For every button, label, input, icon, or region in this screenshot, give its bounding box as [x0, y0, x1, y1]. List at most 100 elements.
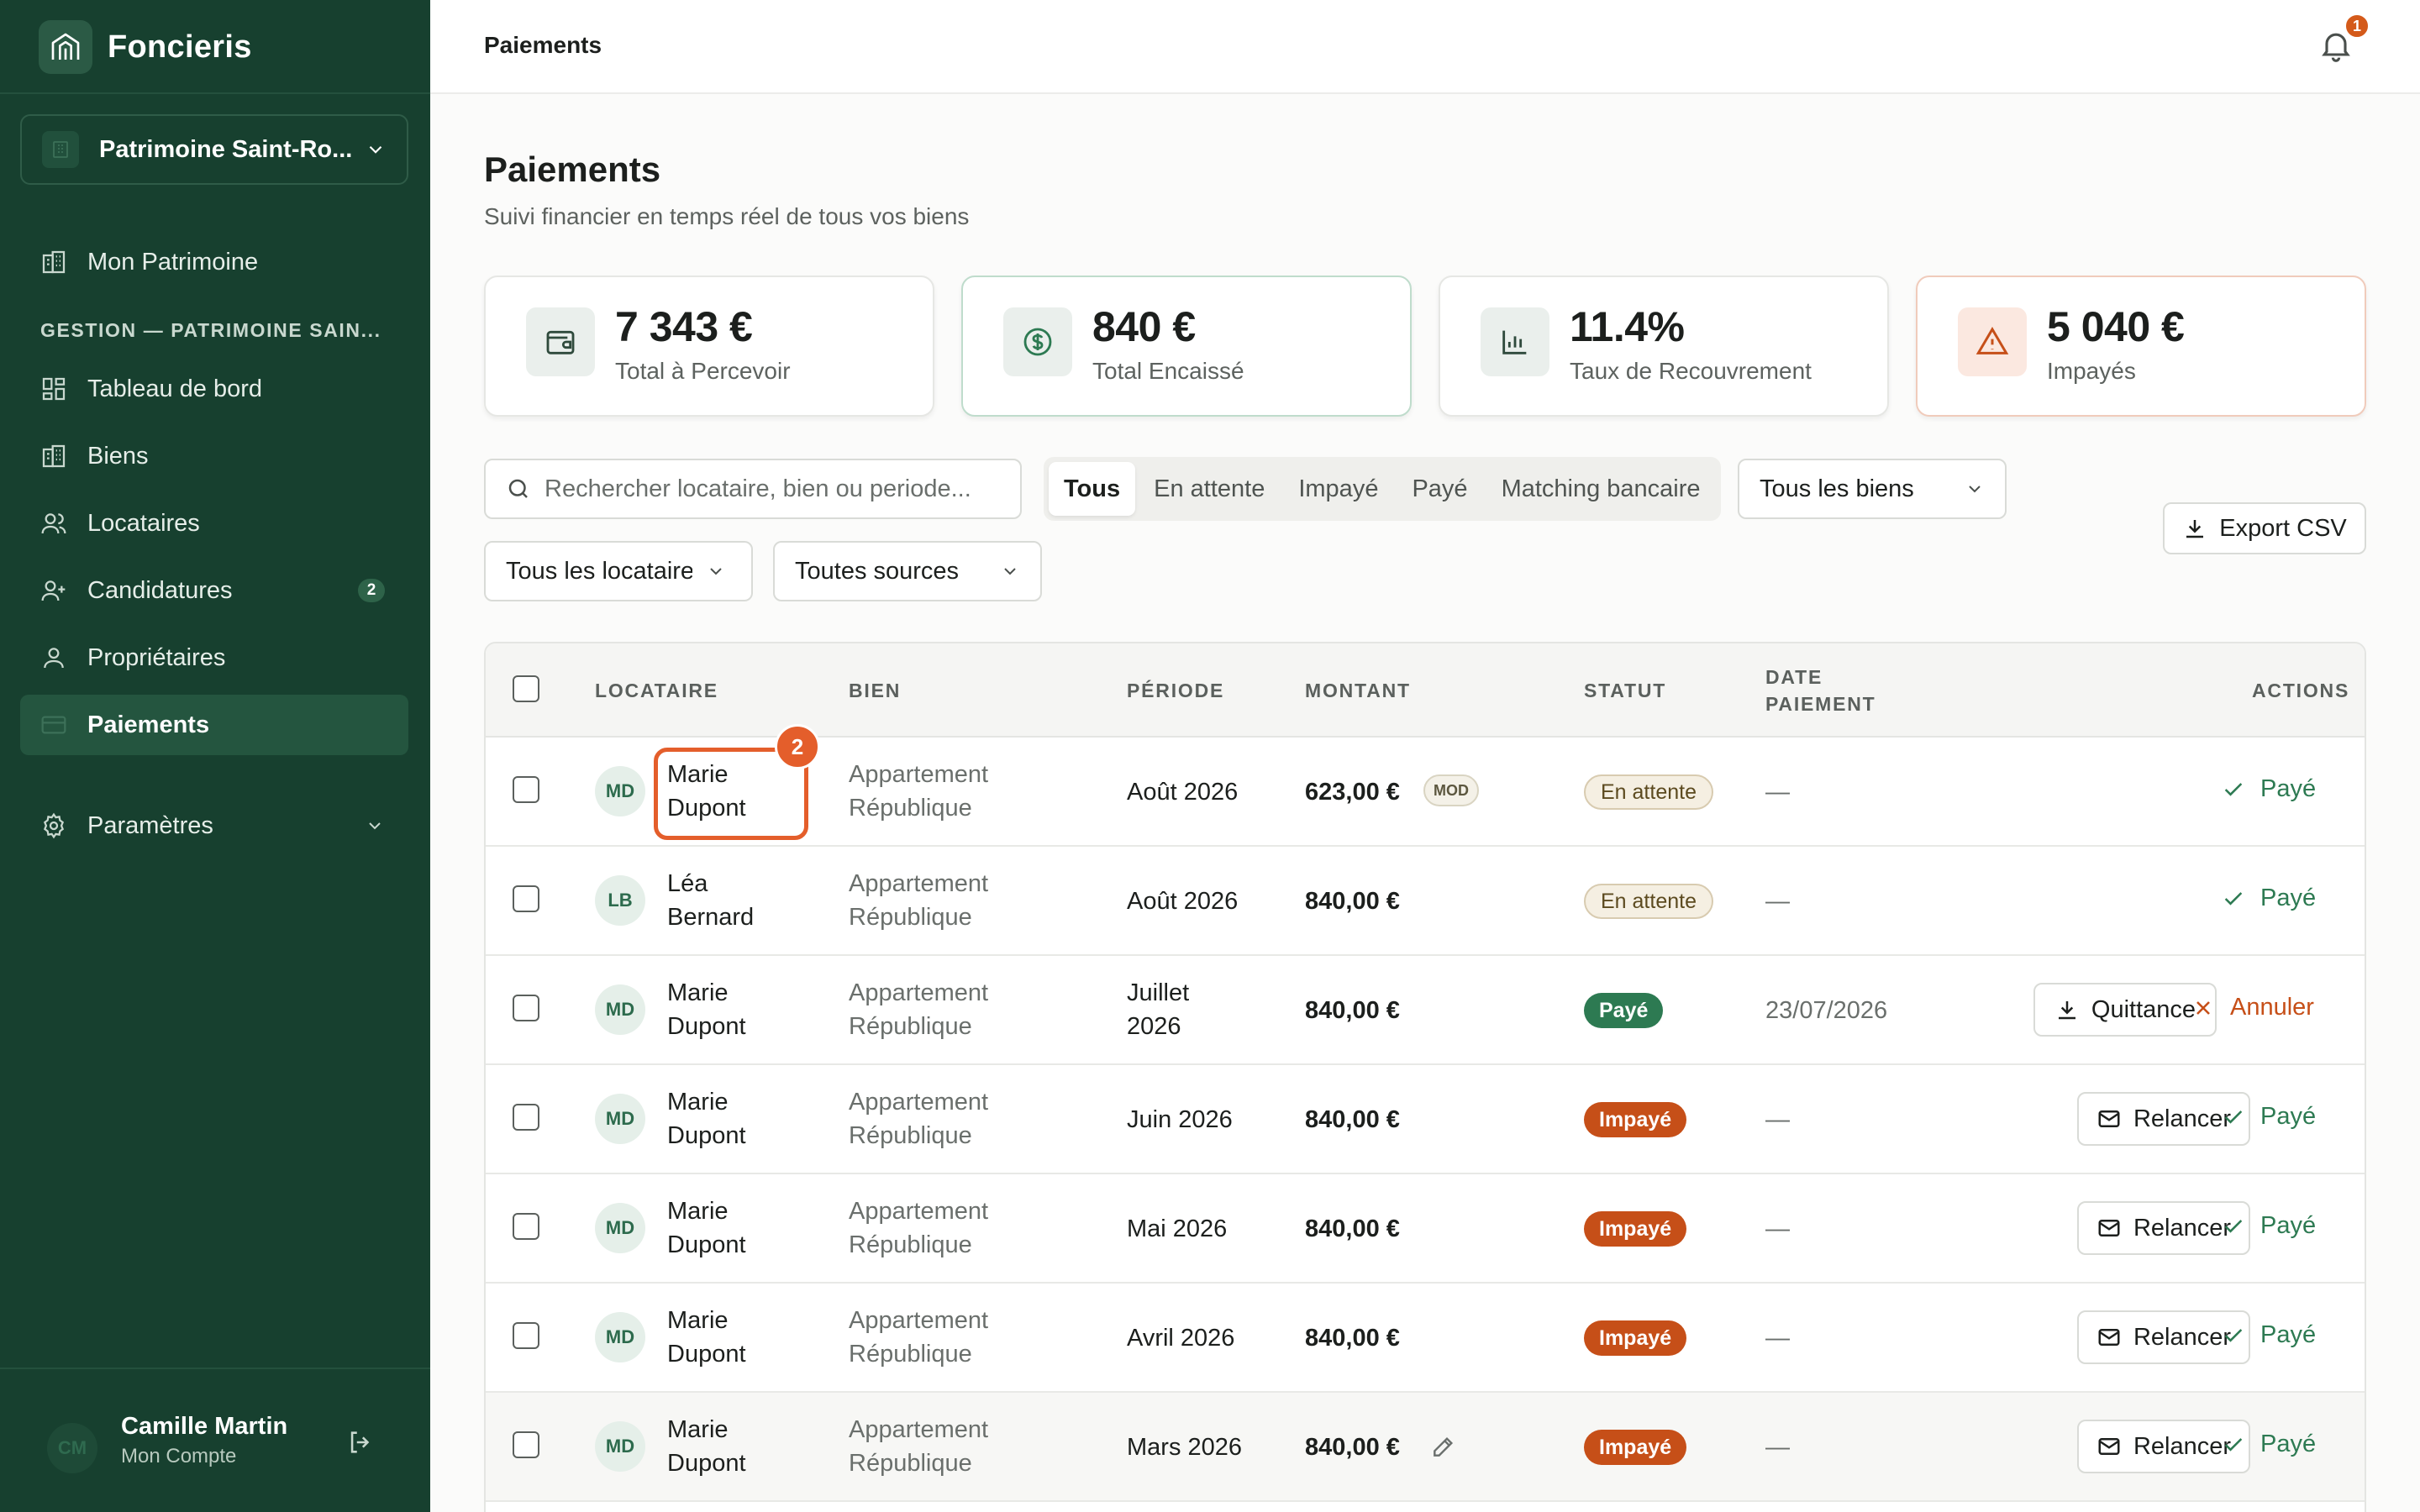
mail-icon — [2098, 1438, 2120, 1455]
page-title: Paiements — [484, 150, 661, 189]
sidebar-item-proprietaires[interactable]: Propriétaires — [20, 627, 408, 688]
column-header-status[interactable]: STATUT — [1584, 677, 1666, 704]
topbar: Paiements 1 — [430, 0, 2420, 94]
status-badge: En attente — [1584, 884, 1713, 919]
workspace-selector[interactable]: Patrimoine Saint-Ro... — [20, 114, 408, 185]
table-row[interactable]: MD Marie Dupont Appartement République M… — [486, 1393, 2365, 1502]
tenant-name[interactable]: Marie Dupont — [667, 1304, 793, 1371]
receipt-button[interactable]: Quittance — [2033, 983, 2217, 1037]
source-select[interactable]: Toutes sources — [773, 541, 1042, 601]
table-row[interactable]: MD Marie Dupont Appartement République J… — [486, 956, 2365, 1065]
account-panel: CM Camille Martin Mon Compte — [0, 1371, 430, 1512]
row-checkbox[interactable] — [513, 1213, 539, 1240]
workspace-name: Patrimoine Saint-Ro... — [99, 135, 353, 163]
brand[interactable]: Foncieris — [39, 20, 252, 74]
button-label: Payé — [2260, 1212, 2317, 1239]
warning-icon — [1958, 307, 2027, 376]
search-input[interactable] — [544, 475, 1015, 503]
cancel-payment-button[interactable]: Annuler — [2191, 994, 2314, 1021]
row-checkbox[interactable] — [513, 776, 539, 803]
sidebar-item-locataires[interactable]: Locataires — [20, 493, 408, 554]
tab-impaye[interactable]: Impayé — [1283, 462, 1393, 516]
kpi-label: Impayés — [2047, 358, 2136, 384]
column-header-tenant[interactable]: LOCATAIRE — [595, 677, 718, 704]
tenant-name[interactable]: Marie Dupont — [667, 1194, 793, 1262]
property-name: Appartement République — [849, 761, 989, 822]
amount: 840,00 € — [1305, 1106, 1400, 1133]
mark-paid-button[interactable]: Payé — [2222, 1103, 2316, 1131]
button-label: Payé — [2260, 1103, 2317, 1130]
button-label: Export CSV — [2219, 514, 2347, 542]
divider — [0, 92, 430, 94]
sidebar-item-parametres[interactable]: Paramètres — [20, 795, 408, 856]
sidebar-item-biens[interactable]: Biens — [20, 426, 408, 486]
period: Mai 2026 — [1127, 1215, 1228, 1242]
notification-badge: 1 — [2344, 13, 2370, 39]
wallet-icon — [526, 307, 595, 376]
row-checkbox[interactable] — [513, 885, 539, 912]
logout-icon[interactable] — [346, 1428, 375, 1461]
tenant-name[interactable]: Marie Dupont — [667, 976, 793, 1043]
kpi-label: Total à Percevoir — [615, 358, 791, 384]
gear-icon — [39, 811, 69, 841]
tenant-name[interactable]: Marie Dupont — [667, 1413, 793, 1480]
button-label: Payé — [2260, 1321, 2317, 1348]
mark-paid-button[interactable]: Payé — [2222, 1431, 2316, 1458]
payment-date: — — [1765, 779, 1790, 806]
payment-date: — — [1765, 1215, 1790, 1242]
row-checkbox[interactable] — [513, 995, 539, 1021]
mark-paid-button[interactable]: Payé — [2222, 775, 2316, 803]
property-name: Appartement République — [849, 870, 989, 931]
tab-tous[interactable]: Tous — [1049, 462, 1136, 516]
search-box[interactable] — [484, 459, 1022, 519]
export-csv-button[interactable]: Export CSV — [2163, 502, 2366, 554]
status-badge: Impayé — [1584, 1102, 1687, 1137]
sidebar-item-label: Mon Patrimoine — [87, 248, 259, 276]
period: Avril 2026 — [1127, 1325, 1235, 1352]
row-checkbox[interactable] — [513, 1431, 539, 1458]
sidebar-item-label: Candidatures — [87, 576, 233, 604]
building-icon — [39, 247, 69, 277]
column-header-date[interactable]: DATE PAIEMENT — [1765, 664, 1900, 717]
status-badge: Payé — [1584, 993, 1664, 1028]
sidebar-item-tableau-de-bord[interactable]: Tableau de bord — [20, 359, 408, 419]
button-label: Relancer — [2133, 1432, 2232, 1460]
kpi-card-total-a-percevoir: 7 343 € Total à Percevoir — [484, 276, 934, 417]
button-label: Quittance — [2091, 995, 2196, 1023]
card-icon — [39, 710, 69, 740]
row-checkbox[interactable] — [513, 1322, 539, 1349]
column-header-period[interactable]: PÉRIODE — [1127, 677, 1224, 704]
period: Mars 2026 — [1127, 1434, 1243, 1461]
property-select[interactable]: Tous les biens — [1738, 459, 2007, 519]
tab-en-attente[interactable]: En attente — [1139, 462, 1280, 516]
chevron-down-icon — [1004, 568, 1016, 575]
tenant-select[interactable]: Tous les locataires — [484, 541, 753, 601]
sidebar-item-label: Propriétaires — [87, 643, 226, 671]
sidebar-item-candidatures[interactable]: Candidatures 2 — [20, 560, 408, 621]
select-all-checkbox[interactable] — [513, 675, 539, 702]
sidebar-item-paiements[interactable]: Paiements — [20, 695, 408, 755]
row-checkbox[interactable] — [513, 1104, 539, 1131]
column-header-amount[interactable]: MONTANT — [1305, 677, 1411, 704]
payment-date: — — [1765, 1434, 1790, 1461]
mark-paid-button[interactable]: Payé — [2222, 1212, 2316, 1240]
sidebar-item-mon-patrimoine[interactable]: Mon Patrimoine — [20, 232, 408, 292]
tab-matching-bancaire[interactable]: Matching bancaire — [1486, 462, 1716, 516]
marker-number-badge: 2 — [775, 724, 820, 769]
avatar[interactable]: CM — [47, 1423, 97, 1473]
mail-icon — [2098, 1329, 2120, 1346]
mark-paid-button[interactable]: Payé — [2222, 885, 2316, 912]
kpi-card-total-encaisse: 840 € Total Encaissé — [961, 276, 1412, 417]
mark-paid-button[interactable]: Payé — [2222, 1321, 2316, 1349]
tab-paye[interactable]: Payé — [1397, 462, 1482, 516]
tenant-name[interactable]: Léa Bernard — [667, 867, 793, 934]
status-badge: En attente — [1584, 774, 1713, 810]
column-header-property[interactable]: BIEN — [849, 677, 901, 704]
table-row[interactable]: MD Marie Dupont Appartement République M… — [486, 1174, 2365, 1284]
pencil-icon[interactable] — [1430, 1433, 1457, 1464]
table-row[interactable]: LB Léa Bernard Appartement République Ao… — [486, 847, 2365, 956]
table-row[interactable]: MD Marie Dupont Appartement République A… — [486, 1284, 2365, 1393]
table-row[interactable]: MD Marie Dupont Appartement République J… — [486, 1065, 2365, 1174]
payment-date: 23/07/2026 — [1765, 997, 1888, 1024]
tenant-name[interactable]: Marie Dupont — [667, 1085, 793, 1152]
